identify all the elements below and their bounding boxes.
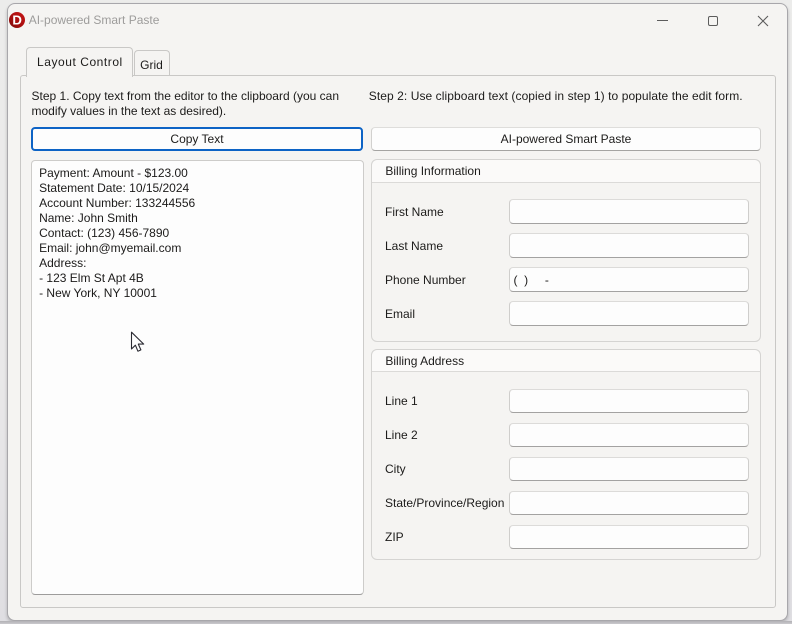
svg-text:D: D [12, 13, 22, 28]
